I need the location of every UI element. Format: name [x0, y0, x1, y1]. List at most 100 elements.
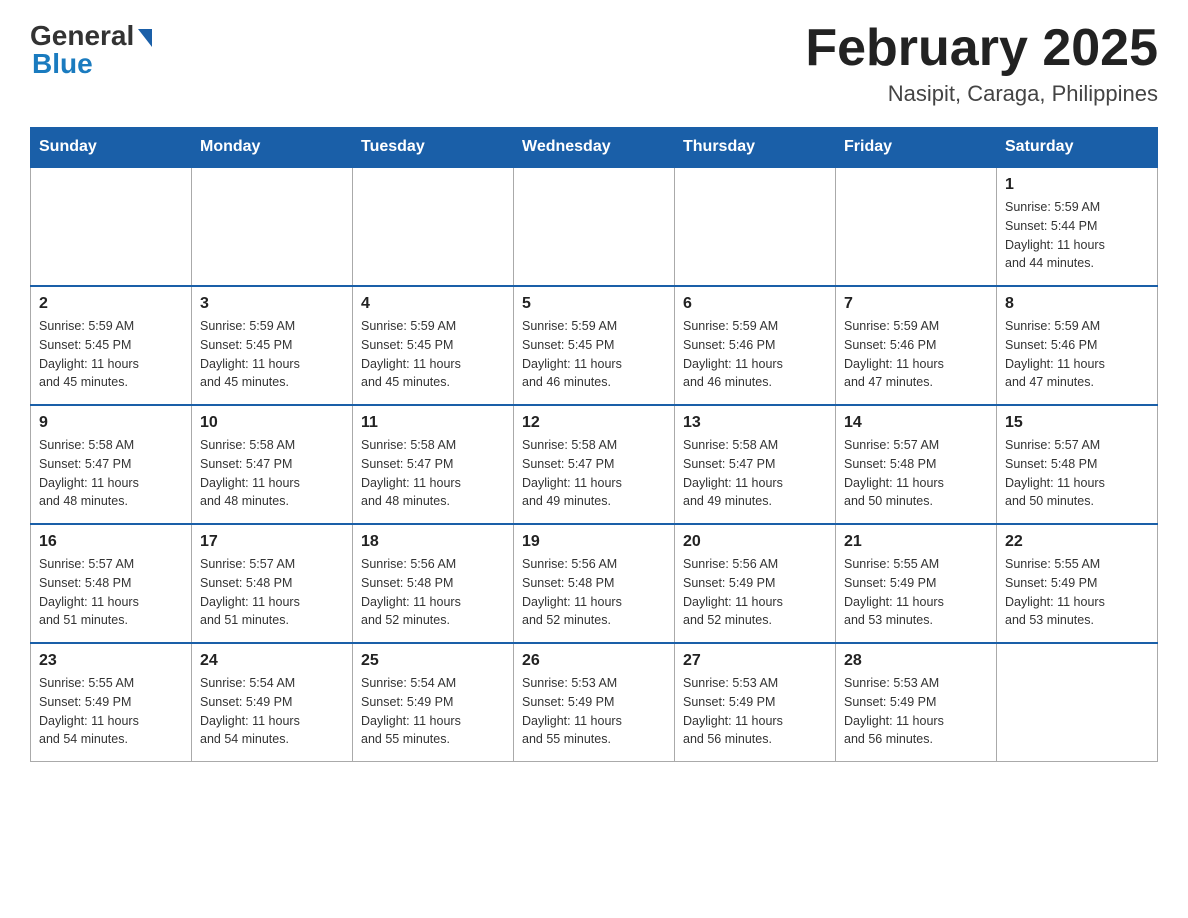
day-info: Sunrise: 5:53 AM Sunset: 5:49 PM Dayligh…: [683, 674, 827, 749]
day-number: 4: [361, 295, 505, 313]
calendar-table: SundayMondayTuesdayWednesdayThursdayFrid…: [30, 127, 1158, 762]
calendar-cell: 10 Sunrise: 5:58 AM Sunset: 5:47 PM Dayli…: [192, 405, 353, 524]
col-header-wednesday: Wednesday: [514, 128, 675, 168]
calendar-cell: 15 Sunrise: 5:57 AM Sunset: 5:48 PM Dayli…: [997, 405, 1158, 524]
day-info: Sunrise: 5:59 AM Sunset: 5:46 PM Dayligh…: [683, 317, 827, 392]
day-number: 27: [683, 652, 827, 670]
calendar-cell: 27 Sunrise: 5:53 AM Sunset: 5:49 PM Dayli…: [675, 643, 836, 762]
calendar-cell: 1Sunrise: 5:59 AM Sunset: 5:44 PM Daylig…: [997, 167, 1158, 286]
calendar-cell: [514, 167, 675, 286]
day-number: 26: [522, 652, 666, 670]
day-info: Sunrise: 5:54 AM Sunset: 5:49 PM Dayligh…: [200, 674, 344, 749]
week-row-4: 16 Sunrise: 5:57 AM Sunset: 5:48 PM Dayli…: [31, 524, 1158, 643]
col-header-friday: Friday: [836, 128, 997, 168]
day-info: Sunrise: 5:59 AM Sunset: 5:45 PM Dayligh…: [522, 317, 666, 392]
day-number: 24: [200, 652, 344, 670]
day-info: Sunrise: 5:57 AM Sunset: 5:48 PM Dayligh…: [39, 555, 183, 630]
calendar-cell: 28Sunrise: 5:53 AM Sunset: 5:49 PM Dayli…: [836, 643, 997, 762]
day-number: 5: [522, 295, 666, 313]
calendar-cell: [997, 643, 1158, 762]
week-row-5: 23 Sunrise: 5:55 AM Sunset: 5:49 PM Dayli…: [31, 643, 1158, 762]
day-number: 2: [39, 295, 183, 313]
calendar-cell: 16 Sunrise: 5:57 AM Sunset: 5:48 PM Dayli…: [31, 524, 192, 643]
logo: General Blue: [30, 20, 152, 80]
month-title: February 2025: [805, 20, 1158, 77]
day-number: 25: [361, 652, 505, 670]
logo-blue-text: Blue: [32, 48, 93, 80]
calendar-cell: 6 Sunrise: 5:59 AM Sunset: 5:46 PM Daylig…: [675, 286, 836, 405]
calendar-cell: [675, 167, 836, 286]
col-header-sunday: Sunday: [31, 128, 192, 168]
col-header-monday: Monday: [192, 128, 353, 168]
day-info: Sunrise: 5:59 AM Sunset: 5:46 PM Dayligh…: [844, 317, 988, 392]
calendar-cell: 26 Sunrise: 5:53 AM Sunset: 5:49 PM Dayli…: [514, 643, 675, 762]
calendar-cell: 11 Sunrise: 5:58 AM Sunset: 5:47 PM Dayli…: [353, 405, 514, 524]
day-number: 3: [200, 295, 344, 313]
day-info: Sunrise: 5:59 AM Sunset: 5:46 PM Dayligh…: [1005, 317, 1149, 392]
day-info: Sunrise: 5:55 AM Sunset: 5:49 PM Dayligh…: [39, 674, 183, 749]
day-info: Sunrise: 5:57 AM Sunset: 5:48 PM Dayligh…: [200, 555, 344, 630]
calendar-cell: 2 Sunrise: 5:59 AM Sunset: 5:45 PM Daylig…: [31, 286, 192, 405]
calendar-cell: [353, 167, 514, 286]
day-info: Sunrise: 5:58 AM Sunset: 5:47 PM Dayligh…: [683, 436, 827, 511]
day-number: 8: [1005, 295, 1149, 313]
col-header-saturday: Saturday: [997, 128, 1158, 168]
day-info: Sunrise: 5:59 AM Sunset: 5:45 PM Dayligh…: [39, 317, 183, 392]
day-info: Sunrise: 5:53 AM Sunset: 5:49 PM Dayligh…: [522, 674, 666, 749]
day-info: Sunrise: 5:53 AM Sunset: 5:49 PM Dayligh…: [844, 674, 988, 749]
day-number: 21: [844, 533, 988, 551]
day-info: Sunrise: 5:54 AM Sunset: 5:49 PM Dayligh…: [361, 674, 505, 749]
day-number: 18: [361, 533, 505, 551]
day-info: Sunrise: 5:56 AM Sunset: 5:49 PM Dayligh…: [683, 555, 827, 630]
calendar-cell: 25 Sunrise: 5:54 AM Sunset: 5:49 PM Dayli…: [353, 643, 514, 762]
calendar-cell: 14Sunrise: 5:57 AM Sunset: 5:48 PM Dayli…: [836, 405, 997, 524]
day-number: 15: [1005, 414, 1149, 432]
day-info: Sunrise: 5:59 AM Sunset: 5:45 PM Dayligh…: [361, 317, 505, 392]
calendar-cell: 19Sunrise: 5:56 AM Sunset: 5:48 PM Dayli…: [514, 524, 675, 643]
week-row-3: 9 Sunrise: 5:58 AM Sunset: 5:47 PM Daylig…: [31, 405, 1158, 524]
calendar-cell: 24 Sunrise: 5:54 AM Sunset: 5:49 PM Dayli…: [192, 643, 353, 762]
calendar-cell: 22 Sunrise: 5:55 AM Sunset: 5:49 PM Dayli…: [997, 524, 1158, 643]
day-info: Sunrise: 5:58 AM Sunset: 5:47 PM Dayligh…: [522, 436, 666, 511]
day-info: Sunrise: 5:57 AM Sunset: 5:48 PM Dayligh…: [1005, 436, 1149, 511]
calendar-cell: 13 Sunrise: 5:58 AM Sunset: 5:47 PM Dayli…: [675, 405, 836, 524]
calendar-cell: 20 Sunrise: 5:56 AM Sunset: 5:49 PM Dayli…: [675, 524, 836, 643]
day-number: 12: [522, 414, 666, 432]
calendar-cell: 7 Sunrise: 5:59 AM Sunset: 5:46 PM Daylig…: [836, 286, 997, 405]
day-number: 7: [844, 295, 988, 313]
day-info: Sunrise: 5:58 AM Sunset: 5:47 PM Dayligh…: [361, 436, 505, 511]
calendar-cell: 23 Sunrise: 5:55 AM Sunset: 5:49 PM Dayli…: [31, 643, 192, 762]
day-number: 9: [39, 414, 183, 432]
day-info: Sunrise: 5:58 AM Sunset: 5:47 PM Dayligh…: [39, 436, 183, 511]
calendar-cell: 9 Sunrise: 5:58 AM Sunset: 5:47 PM Daylig…: [31, 405, 192, 524]
day-number: 23: [39, 652, 183, 670]
calendar-header-row: SundayMondayTuesdayWednesdayThursdayFrid…: [31, 128, 1158, 168]
day-info: Sunrise: 5:56 AM Sunset: 5:48 PM Dayligh…: [361, 555, 505, 630]
day-info: Sunrise: 5:59 AM Sunset: 5:45 PM Dayligh…: [200, 317, 344, 392]
day-info: Sunrise: 5:59 AM Sunset: 5:44 PM Dayligh…: [1005, 198, 1149, 273]
page-header: General Blue February 2025 Nasipit, Cara…: [30, 20, 1158, 107]
day-number: 10: [200, 414, 344, 432]
calendar-cell: [31, 167, 192, 286]
calendar-cell: 18 Sunrise: 5:56 AM Sunset: 5:48 PM Dayli…: [353, 524, 514, 643]
calendar-cell: [192, 167, 353, 286]
day-number: 6: [683, 295, 827, 313]
calendar-cell: 21Sunrise: 5:55 AM Sunset: 5:49 PM Dayli…: [836, 524, 997, 643]
day-number: 16: [39, 533, 183, 551]
logo-arrow-icon: [138, 29, 152, 47]
day-number: 17: [200, 533, 344, 551]
day-info: Sunrise: 5:55 AM Sunset: 5:49 PM Dayligh…: [1005, 555, 1149, 630]
day-number: 11: [361, 414, 505, 432]
title-block: February 2025 Nasipit, Caraga, Philippin…: [805, 20, 1158, 107]
col-header-tuesday: Tuesday: [353, 128, 514, 168]
day-info: Sunrise: 5:58 AM Sunset: 5:47 PM Dayligh…: [200, 436, 344, 511]
location-title: Nasipit, Caraga, Philippines: [805, 81, 1158, 107]
day-number: 13: [683, 414, 827, 432]
day-number: 20: [683, 533, 827, 551]
day-number: 22: [1005, 533, 1149, 551]
day-number: 19: [522, 533, 666, 551]
calendar-cell: 12 Sunrise: 5:58 AM Sunset: 5:47 PM Dayli…: [514, 405, 675, 524]
calendar-cell: 4 Sunrise: 5:59 AM Sunset: 5:45 PM Daylig…: [353, 286, 514, 405]
calendar-cell: 5 Sunrise: 5:59 AM Sunset: 5:45 PM Daylig…: [514, 286, 675, 405]
calendar-cell: [836, 167, 997, 286]
